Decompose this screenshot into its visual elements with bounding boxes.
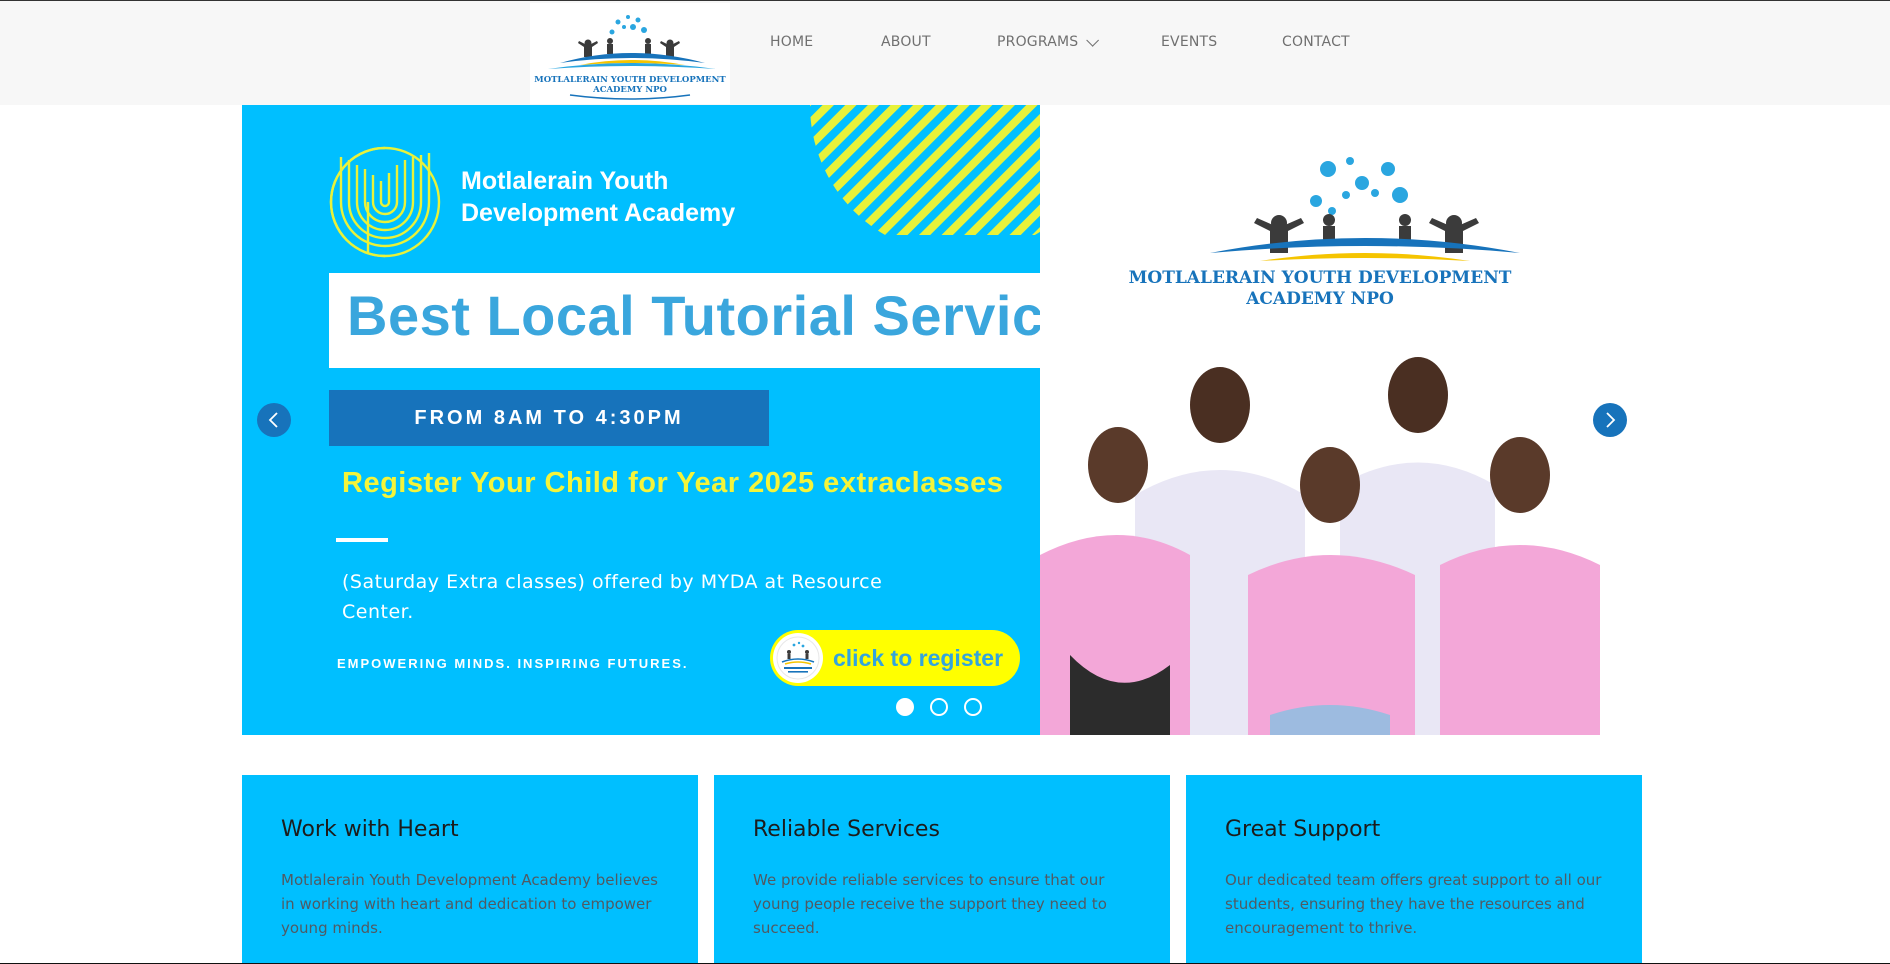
site-header: MOTLALERAIN YOUTH DEVELOPMENT ACADEMY NP… — [0, 1, 1890, 105]
feature-title: Work with Heart — [281, 817, 459, 842]
slide-dot-1[interactable] — [896, 698, 914, 716]
feature-text: We provide reliable services to ensure t… — [753, 871, 1107, 937]
headline: Best Local Tutorial Service — [347, 284, 1040, 347]
feature-card-great-support: Great Support Our dedicated team offers … — [1186, 775, 1642, 964]
badge-logo-icon — [773, 633, 823, 683]
description: (Saturday Extra classes) offered by MYDA… — [342, 571, 883, 623]
features-section: Work with Heart Motlalerain Youth Develo… — [242, 775, 1642, 964]
site-logo[interactable]: MOTLALERAIN YOUTH DEVELOPMENT ACADEMY NP… — [530, 3, 730, 104]
nav-programs[interactable]: PROGRAMS — [997, 33, 1100, 50]
academy-name: Motlalerain Youth Development Academy — [461, 167, 736, 227]
hero-slider: Motlalerain Youth Development Academy Be… — [242, 105, 1642, 735]
nav-contact[interactable]: CONTACT — [1282, 34, 1350, 50]
register-button-label: click to register — [833, 644, 1004, 671]
nav-events[interactable]: EVENTS — [1161, 34, 1217, 50]
chevron-left-icon — [268, 412, 278, 428]
nav-about[interactable]: ABOUT — [881, 34, 931, 50]
logo-icon: MOTLALERAIN YOUTH DEVELOPMENT ACADEMY NP… — [534, 15, 726, 100]
feature-card-reliable-services: Reliable Services We provide reliable se… — [714, 775, 1170, 964]
chevron-right-icon — [1606, 412, 1616, 428]
feature-text: Our dedicated team offers great support … — [1225, 871, 1602, 937]
feature-title: Great Support — [1225, 817, 1381, 842]
ring-logo-icon — [329, 146, 441, 258]
hours-box: FROM 8AM TO 4:30PM — [329, 390, 769, 446]
stripes-decoration — [810, 105, 1040, 235]
hours-text: FROM 8AM TO 4:30PM — [414, 406, 684, 429]
register-text: Register Your Child for Year 2025 extrac… — [342, 467, 1004, 499]
feature-card-work-with-heart: Work with Heart Motlalerain Youth Develo… — [242, 775, 698, 964]
slide-dot-3[interactable] — [964, 698, 982, 716]
logo-text-line2: ACADEMY NPO — [592, 85, 667, 95]
tagline: EMPOWERING MINDS. INSPIRING FUTURES. — [337, 656, 689, 671]
slider-next-button[interactable] — [1593, 403, 1627, 437]
chevron-down-icon — [1086, 33, 1100, 47]
nav-home[interactable]: HOME — [770, 34, 813, 50]
slider-prev-button[interactable] — [257, 403, 291, 437]
students-photo: MOTLALERAIN YOUTH DEVELOPMENT ACADEMY NP… — [1040, 105, 1642, 735]
feature-text: Motlalerain Youth Development Academy be… — [281, 871, 658, 937]
slide-dot-2[interactable] — [930, 698, 948, 716]
register-button[interactable]: click to register — [770, 630, 1020, 686]
divider — [336, 538, 388, 542]
students-illustration — [1040, 357, 1600, 735]
feature-title: Reliable Services — [753, 817, 940, 842]
logo-text-line1: MOTLALERAIN YOUTH DEVELOPMENT — [534, 75, 726, 85]
slider-dots — [896, 698, 998, 716]
nav-programs-label: PROGRAMS — [997, 34, 1079, 50]
slide-banner: Motlalerain Youth Development Academy Be… — [242, 105, 1040, 735]
